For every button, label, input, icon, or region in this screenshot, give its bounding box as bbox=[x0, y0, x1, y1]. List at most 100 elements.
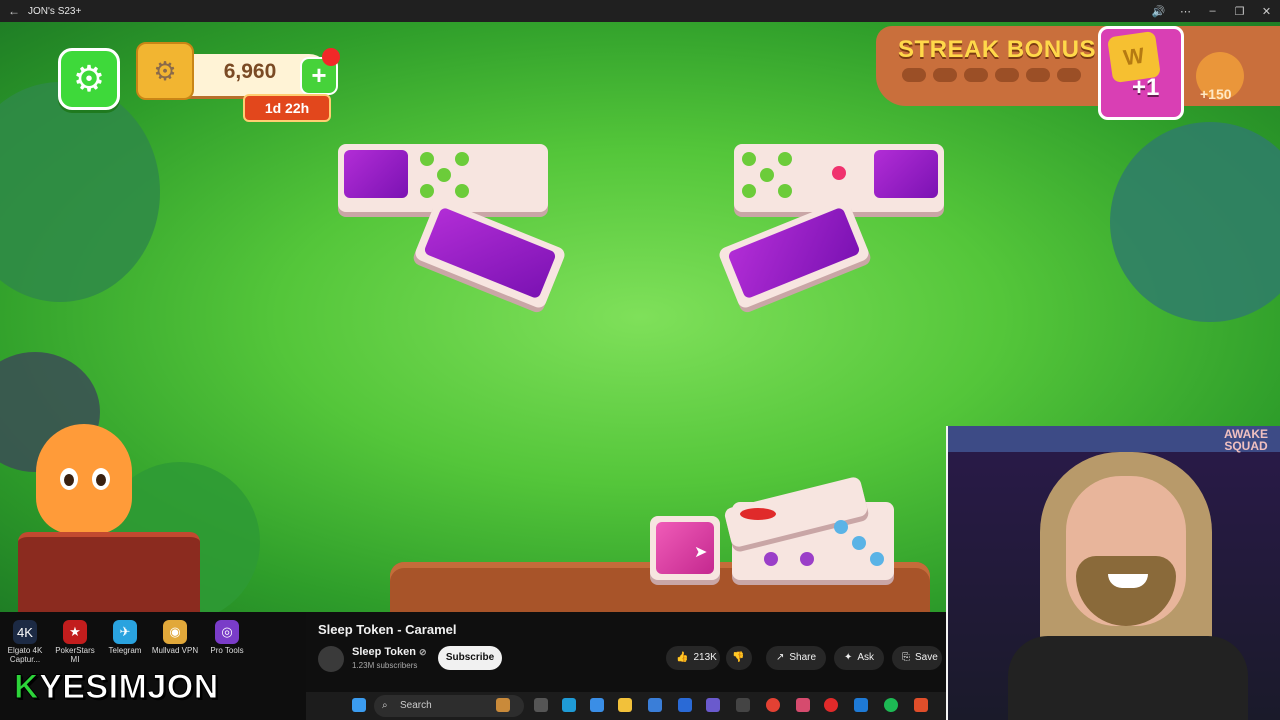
copilot-icon[interactable] bbox=[496, 698, 510, 712]
window-controls: 🔊 ⋯ – ❐ ✕ bbox=[1145, 5, 1280, 18]
event-timer: 1d 22h bbox=[243, 94, 331, 122]
streak-slot bbox=[964, 68, 988, 82]
domino-pip bbox=[778, 184, 792, 198]
streak-slot bbox=[1026, 68, 1050, 82]
share-button[interactable]: ↗ Share bbox=[766, 646, 826, 670]
streak-slot bbox=[1057, 68, 1081, 82]
shortcut-mullvad[interactable]: ◉ Mullvad VPN bbox=[150, 620, 200, 655]
mascot-eye bbox=[92, 468, 110, 490]
app-icon[interactable] bbox=[796, 698, 810, 712]
coin-value: 6,960 bbox=[223, 60, 277, 83]
channel-avatar[interactable] bbox=[318, 646, 344, 672]
task-view-icon[interactable] bbox=[534, 698, 548, 712]
app-icon[interactable] bbox=[590, 698, 604, 712]
ask-label: Ask bbox=[857, 652, 875, 663]
notification-dot bbox=[322, 48, 340, 66]
mullvad-icon: ◉ bbox=[163, 620, 187, 644]
volume-icon[interactable]: 🔊 bbox=[1145, 5, 1172, 18]
domino-pip bbox=[420, 152, 434, 166]
mascot-eye bbox=[60, 468, 78, 490]
youtube-now-playing: Sleep Token - Caramel Sleep Token ⊘ 1.23… bbox=[306, 612, 946, 692]
subscribe-button[interactable]: Subscribe bbox=[438, 646, 502, 670]
share-icon: ↗ bbox=[776, 652, 785, 663]
domino-pip bbox=[420, 184, 434, 198]
window-titlebar: ← JON's S23+ 🔊 ⋯ – ❐ ✕ bbox=[0, 0, 1280, 22]
app-icon[interactable] bbox=[854, 698, 868, 712]
chrome-icon[interactable] bbox=[766, 698, 780, 712]
domino-pip bbox=[764, 552, 778, 566]
shortcut-protools[interactable]: ◎ Pro Tools bbox=[202, 620, 252, 655]
search-label: Search bbox=[400, 700, 432, 711]
shortcut-elgato[interactable]: 4K Elgato 4K Captur... bbox=[0, 620, 50, 664]
video-title[interactable]: Sleep Token - Caramel bbox=[318, 622, 456, 637]
shortcut-label: Pro Tools bbox=[210, 646, 244, 655]
pokerstars-icon: ★ bbox=[63, 620, 87, 644]
app-icon[interactable] bbox=[824, 698, 838, 712]
share-label: Share bbox=[789, 652, 817, 663]
restore-button[interactable]: ❐ bbox=[1226, 5, 1253, 18]
domino-pip bbox=[870, 552, 884, 566]
bookmark-icon: ⎘ bbox=[902, 652, 910, 663]
like-count: 213K bbox=[693, 652, 717, 663]
protools-icon: ◎ bbox=[215, 620, 239, 644]
brand-name: YESIMJON bbox=[39, 668, 219, 707]
close-button[interactable]: ✕ bbox=[1253, 5, 1280, 18]
streak-reward-amount: +150 bbox=[1200, 86, 1232, 102]
domino-pip bbox=[740, 508, 776, 520]
shortcut-label: Telegram bbox=[108, 646, 142, 655]
channel-name-text: Sleep Token bbox=[352, 646, 416, 658]
shortcut-label: Mullvad VPN bbox=[151, 646, 199, 655]
spotify-icon[interactable] bbox=[884, 698, 898, 712]
domino-pip bbox=[455, 184, 469, 198]
foliage-top-right bbox=[1110, 122, 1280, 322]
settings-button[interactable]: ⚙ bbox=[58, 48, 120, 110]
streak-slot bbox=[995, 68, 1019, 82]
thumbs-down-icon: 👎 bbox=[732, 652, 745, 663]
minimize-button[interactable]: – bbox=[1199, 5, 1226, 18]
domino-pip bbox=[742, 184, 756, 198]
shortcut-pokerstars[interactable]: ★ PokerStars MI bbox=[50, 620, 100, 664]
foliage-top-left bbox=[0, 82, 160, 302]
shortcut-telegram[interactable]: ✈ Telegram bbox=[100, 620, 150, 655]
telegram-icon: ✈ bbox=[113, 620, 137, 644]
coin-icon: ⚙ bbox=[136, 42, 194, 100]
save-button[interactable]: ⎘ Save bbox=[892, 646, 942, 670]
domino-purple-half bbox=[874, 150, 938, 198]
save-label: Save bbox=[915, 652, 938, 663]
webcam-overlay: AWAKE SQUAD bbox=[946, 426, 1280, 720]
domino-pip bbox=[760, 168, 774, 182]
domino-pip bbox=[834, 520, 848, 534]
file-explorer-icon[interactable] bbox=[618, 698, 632, 712]
domino-pip bbox=[800, 552, 814, 566]
streak-slot bbox=[933, 68, 957, 82]
domino-pip bbox=[742, 152, 756, 166]
channel-name[interactable]: Sleep Token ⊘ bbox=[352, 646, 427, 658]
edge-icon[interactable] bbox=[562, 698, 576, 712]
streamer-shirt bbox=[1008, 636, 1248, 720]
like-button[interactable]: 👍 213K bbox=[666, 646, 720, 670]
thumbs-up-icon: 👍 bbox=[676, 652, 689, 663]
domino-pip bbox=[832, 166, 846, 180]
back-arrow-icon[interactable]: ← bbox=[0, 4, 28, 18]
shortcut-label: Elgato 4K Captur... bbox=[7, 646, 43, 664]
store-icon[interactable] bbox=[648, 698, 662, 712]
mail-icon[interactable] bbox=[678, 698, 692, 712]
search-icon: ⌕ bbox=[382, 700, 388, 711]
domino-pip bbox=[852, 536, 866, 550]
poster-text: AWAKE SQUAD bbox=[1223, 427, 1268, 453]
mouse-cursor-icon: ➤ bbox=[694, 544, 708, 561]
app-icon[interactable] bbox=[736, 698, 750, 712]
windows-start-icon[interactable] bbox=[352, 698, 366, 712]
windows-taskbar: ⌕ Search bbox=[306, 692, 946, 720]
domino-purple-half bbox=[344, 150, 408, 198]
shortcut-label: PokerStars MI bbox=[55, 646, 95, 664]
more-icon[interactable]: ⋯ bbox=[1172, 5, 1199, 18]
ask-button[interactable]: ✦ Ask bbox=[834, 646, 884, 670]
app-icon[interactable] bbox=[706, 698, 720, 712]
elgato-icon: 4K bbox=[13, 620, 37, 644]
streak-slot bbox=[902, 68, 926, 82]
sparkle-icon: ✦ bbox=[844, 652, 853, 663]
dislike-button[interactable]: 👎 bbox=[726, 646, 752, 670]
treasure-chest[interactable] bbox=[18, 532, 200, 612]
app-icon[interactable] bbox=[914, 698, 928, 712]
